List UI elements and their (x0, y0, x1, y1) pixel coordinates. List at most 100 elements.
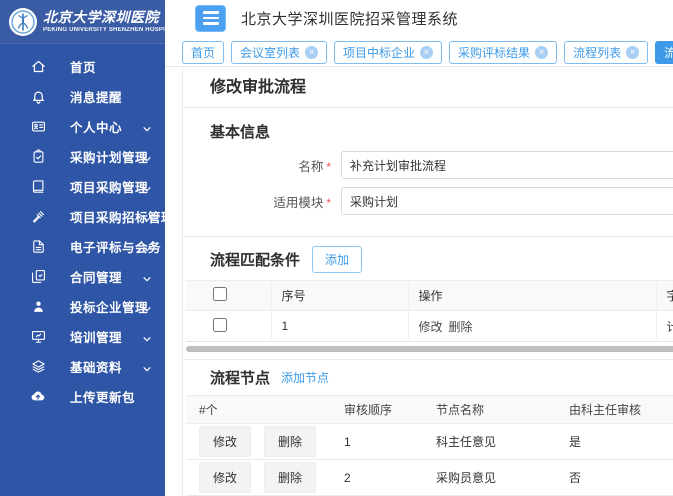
tab-process[interactable]: 流程 (655, 41, 673, 64)
tab-label: 项目中标企业 (343, 44, 415, 61)
sidebar-item-training-management[interactable]: 培训管理 (0, 321, 165, 351)
col-header-clipped: 字 (656, 281, 673, 311)
cell-clipped: 计 (656, 311, 673, 342)
hospital-logo: 北京大学深圳医院 PEKING UNIVERSITY SHENZHEN HOSP… (0, 0, 165, 44)
chevron-down-icon (142, 241, 152, 259)
close-icon[interactable] (535, 46, 548, 59)
hospital-name-block: 北京大学深圳医院 PEKING UNIVERSITY SHENZHEN HOSP… (43, 10, 177, 33)
page-title: 修改审批流程 (183, 67, 673, 108)
sidebar-item-label: 基础资料 (70, 357, 122, 376)
basic-info-form: 名称* 适用模块* (210, 151, 673, 215)
id-card-icon (30, 118, 46, 134)
sidebar-item-label: 采购计划管理 (70, 147, 148, 166)
menu-toggle-button[interactable] (195, 5, 226, 32)
gavel-icon (30, 208, 46, 224)
required-asterisk: * (326, 196, 331, 210)
col-header-actions: #个 (186, 396, 331, 424)
delete-button[interactable]: 删除 (264, 426, 316, 457)
hospital-name-en: PEKING UNIVERSITY SHENZHEN HOSPITAL (43, 27, 177, 33)
tab-bar: 首页 会议室列表 项目中标企业 采购评标结果 流程列表 流程 (165, 36, 673, 67)
sidebar-item-notifications[interactable]: 消息提醒 (0, 81, 165, 111)
module-field[interactable] (341, 187, 673, 215)
name-field[interactable] (341, 151, 673, 179)
match-conditions-section: 流程匹配条件 添加 序号 操作 字 (183, 237, 673, 352)
edit-button[interactable]: 修改 (199, 426, 251, 457)
hospital-name: 北京大学深圳医院 (43, 10, 177, 24)
tab-label: 采购评标结果 (458, 44, 530, 61)
table-row: 修改删除 2 采购员意见 否 (186, 460, 673, 496)
cloud-upload-icon (30, 388, 46, 404)
sidebar-item-basic-data[interactable]: 基础资料 (0, 351, 165, 381)
sidebar-item-label: 项目采购管理 (70, 177, 148, 196)
app-window: 北京大学深圳医院 PEKING UNIVERSITY SHENZHEN HOSP… (0, 0, 673, 496)
delete-link[interactable]: 删除 (449, 320, 473, 334)
hospital-emblem-icon (8, 7, 38, 37)
cell-node-name: 采购员意见 (423, 460, 556, 496)
close-icon[interactable] (626, 46, 639, 59)
tab-project-winning-bidders[interactable]: 项目中标企业 (334, 41, 442, 64)
required-asterisk: * (326, 160, 331, 174)
chevron-down-icon (142, 121, 152, 139)
delete-button[interactable]: 删除 (264, 462, 316, 493)
app-title: 北京大学深圳医院招采管理系统 (241, 8, 458, 29)
row-checkbox[interactable] (213, 318, 227, 332)
cell-director-review: 是 (556, 424, 673, 460)
col-header-director-review: 由科主任审核 (556, 396, 673, 424)
tab-process-list[interactable]: 流程列表 (564, 41, 648, 64)
cell-seq: 1 (271, 311, 408, 342)
horizontal-scrollbar[interactable] (186, 346, 673, 352)
sidebar-item-project-procurement-management[interactable]: 项目采购管理 (0, 171, 165, 201)
sidebar-item-project-bidding-management[interactable]: 项目采购招标管理 (0, 201, 165, 231)
sidebar-item-bidder-enterprise-management[interactable]: 投标企业管理 (0, 291, 165, 321)
select-all-checkbox[interactable] (213, 287, 227, 301)
form-row-name: 名称* (183, 151, 673, 179)
layers-icon (30, 358, 46, 374)
match-conditions-table: 序号 操作 字 1 修改删除 计 (186, 280, 673, 342)
contract-icon (30, 268, 46, 284)
form-row-module: 适用模块* (183, 187, 673, 215)
cell-order: 2 (331, 460, 423, 496)
sidebar-item-upload-update-package[interactable]: 上传更新包 (0, 381, 165, 411)
home-icon (30, 58, 46, 74)
table-row: 1 修改删除 计 (186, 311, 673, 342)
book-icon (30, 178, 46, 194)
tab-label: 首页 (191, 44, 215, 61)
edit-link[interactable]: 修改 (419, 320, 443, 334)
edit-button[interactable]: 修改 (199, 462, 251, 493)
tab-home[interactable]: 首页 (182, 41, 224, 64)
chevron-down-icon (142, 331, 152, 349)
col-header-ops: 操作 (408, 281, 656, 311)
user-icon (30, 298, 46, 314)
bell-icon (30, 88, 46, 104)
sidebar-item-contract-management[interactable]: 合同管理 (0, 261, 165, 291)
chevron-down-icon (142, 211, 152, 229)
chevron-down-icon (142, 271, 152, 289)
basic-info-section: 基本信息 名称* 适用模块* (183, 108, 673, 215)
close-icon[interactable] (305, 46, 318, 59)
tab-meeting-room-list[interactable]: 会议室列表 (231, 41, 327, 64)
sidebar-item-label: 上传更新包 (70, 387, 135, 406)
hamburger-icon (203, 11, 219, 14)
add-condition-button[interactable]: 添加 (312, 246, 362, 273)
sidebar: 北京大学深圳医院 PEKING UNIVERSITY SHENZHEN HOSP… (0, 0, 165, 496)
cell-node-name: 科主任意见 (423, 424, 556, 460)
chevron-down-icon (142, 301, 152, 319)
chevron-down-icon (142, 181, 152, 199)
tab-label: 流程列表 (573, 44, 621, 61)
tab-procurement-evaluation-results[interactable]: 采购评标结果 (449, 41, 557, 64)
main-area: 北京大学深圳医院招采管理系统 首页 会议室列表 项目中标企业 采购评标结果 流程… (165, 0, 673, 496)
sidebar-item-electronic-evaluation[interactable]: 电子评标与会务 (0, 231, 165, 261)
close-icon[interactable] (420, 46, 433, 59)
add-node-link[interactable]: 添加节点 (281, 369, 329, 386)
sidebar-item-home[interactable]: 首页 (0, 51, 165, 81)
col-header-order: 审核顺序 (331, 396, 423, 424)
process-nodes-section: 流程节点 添加节点 #个 审核顺序 节点名称 由科主任审核 (183, 360, 673, 496)
col-header-node-name: 节点名称 (423, 396, 556, 424)
sidebar-item-procurement-plan-management[interactable]: 采购计划管理 (0, 141, 165, 171)
table-row: 修改删除 1 科主任意见 是 (186, 424, 673, 460)
col-header-seq: 序号 (271, 281, 408, 311)
process-nodes-table: #个 审核顺序 节点名称 由科主任审核 修改删除 1 (186, 395, 673, 496)
cell-order: 1 (331, 424, 423, 460)
sidebar-item-label: 项目采购招标管理 (70, 207, 174, 226)
sidebar-item-personal-center[interactable]: 个人中心 (0, 111, 165, 141)
